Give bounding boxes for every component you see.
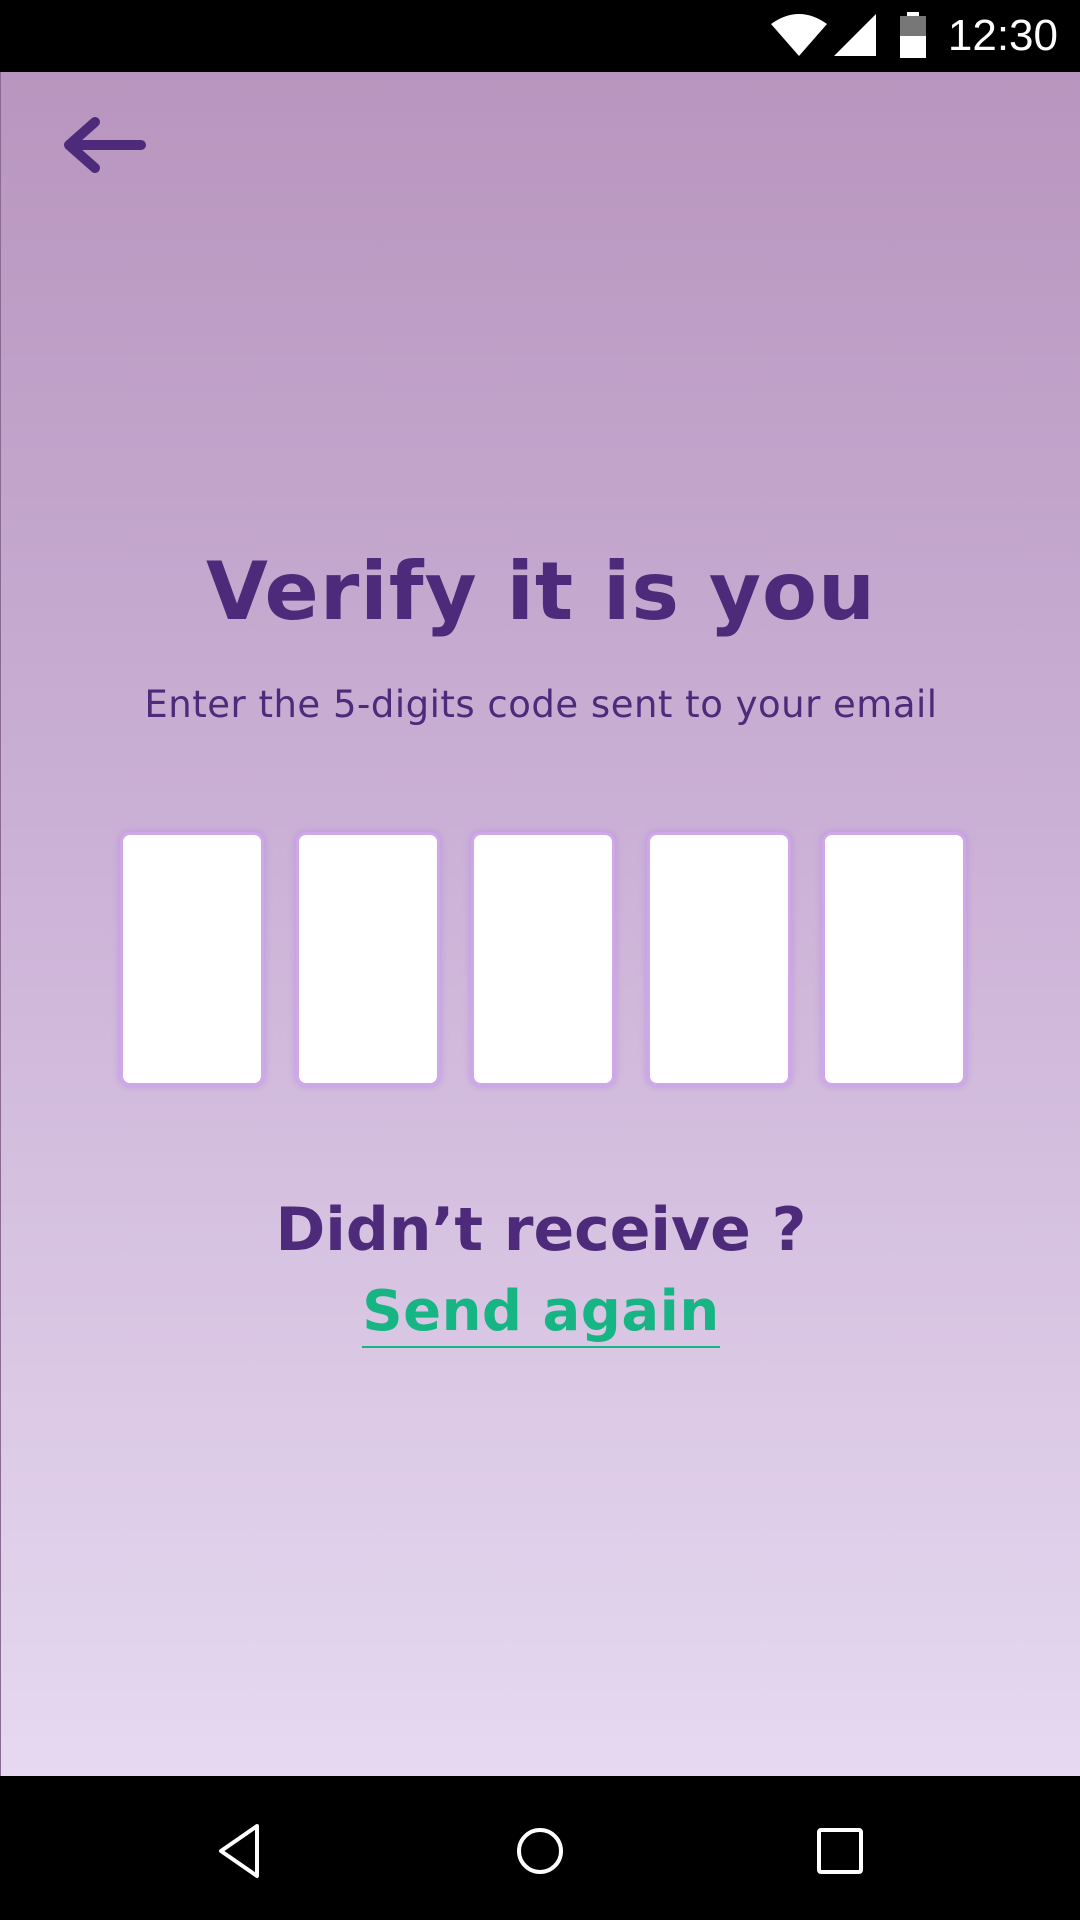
code-digit-4[interactable] [646, 832, 791, 1086]
cell-signal-icon [832, 12, 878, 62]
nav-home-icon [517, 1828, 563, 1874]
send-again-link[interactable]: Send again [362, 1279, 720, 1348]
status-bar: 12:30 [0, 0, 1080, 72]
page-title: Verify it is you [206, 545, 876, 638]
code-digit-2[interactable] [295, 832, 440, 1086]
code-input-group [120, 832, 966, 1088]
page-subtitle: Enter the 5-digits code sent to your ema… [144, 683, 938, 726]
code-digit-5[interactable] [822, 832, 966, 1086]
resend-prompt: Didn’t receive ? [275, 1195, 807, 1265]
battery-icon [898, 12, 928, 62]
nav-recents-button[interactable] [795, 1806, 885, 1896]
nav-back-icon [219, 1824, 259, 1878]
code-digit-1[interactable] [120, 832, 264, 1086]
back-button[interactable] [59, 110, 149, 180]
nav-back-button[interactable] [195, 1806, 285, 1896]
verify-screen: Verify it is you Enter the 5-digits code… [0, 72, 1080, 1776]
wifi-icon [770, 12, 828, 62]
nav-recents-icon [817, 1828, 863, 1874]
navigation-bar [0, 1776, 1080, 1920]
nav-home-button[interactable] [495, 1806, 585, 1896]
send-again-container: Send again [1, 1272, 1080, 1365]
arrow-left-icon [64, 117, 146, 173]
code-digit-3[interactable] [471, 832, 615, 1086]
phone-screen: 12:30 Verify it is you Enter the 5-digit… [0, 0, 1080, 1920]
status-time: 12:30 [947, 11, 1058, 60]
